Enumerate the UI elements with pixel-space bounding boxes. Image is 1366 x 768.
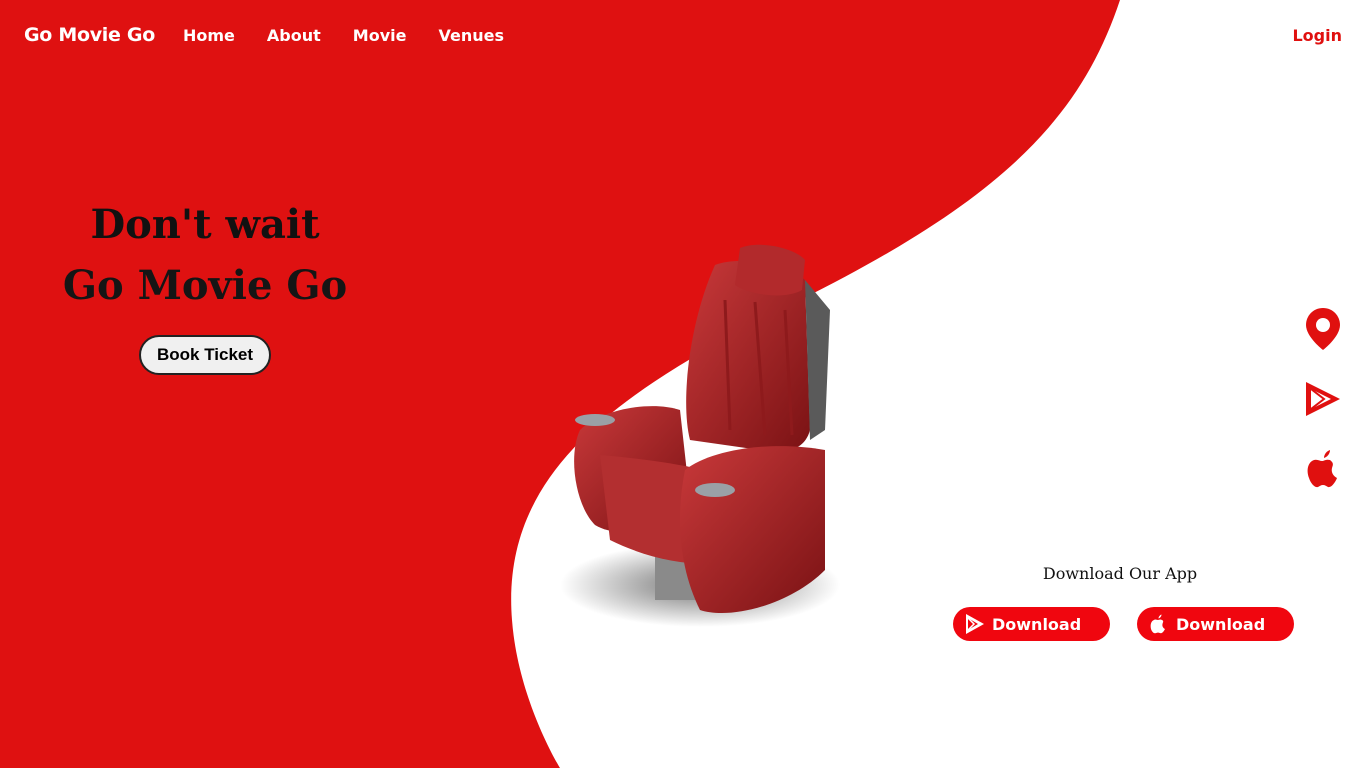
location-pin-icon[interactable]	[1300, 306, 1346, 352]
apple-icon	[1150, 614, 1165, 634]
nav-links: Home About Movie Venues	[183, 26, 504, 45]
brand-logo[interactable]: Go Movie Go	[24, 24, 155, 46]
download-google-play-label: Download	[992, 614, 1082, 634]
nav-venues-link[interactable]: Venues	[438, 26, 504, 45]
nav-movie-link[interactable]: Movie	[353, 26, 407, 45]
download-title: Download Our App	[1042, 564, 1198, 583]
download-app-store-button[interactable]: Download	[1137, 607, 1294, 641]
cinema-seat-image	[560, 244, 840, 627]
google-play-icon	[966, 614, 984, 634]
hero-headline: Don't wait	[90, 201, 320, 248]
nav-about-link[interactable]: About	[267, 26, 321, 45]
book-ticket-button[interactable]: Book Ticket	[138, 335, 272, 375]
hero-text-block: Don't wait Go Movie Go Book Ticket	[40, 195, 370, 375]
google-play-icon[interactable]	[1300, 376, 1346, 422]
hero-subheadline: Go Movie Go	[62, 262, 348, 309]
download-app-store-label: Download	[1176, 614, 1266, 634]
login-link[interactable]: Login	[1292, 26, 1342, 45]
top-navbar: Go Movie Go Home About Movie Venues Logi…	[0, 0, 1366, 76]
download-google-play-button[interactable]: Download	[953, 607, 1110, 641]
apple-icon[interactable]	[1300, 446, 1346, 492]
nav-home-link[interactable]: Home	[183, 26, 235, 45]
